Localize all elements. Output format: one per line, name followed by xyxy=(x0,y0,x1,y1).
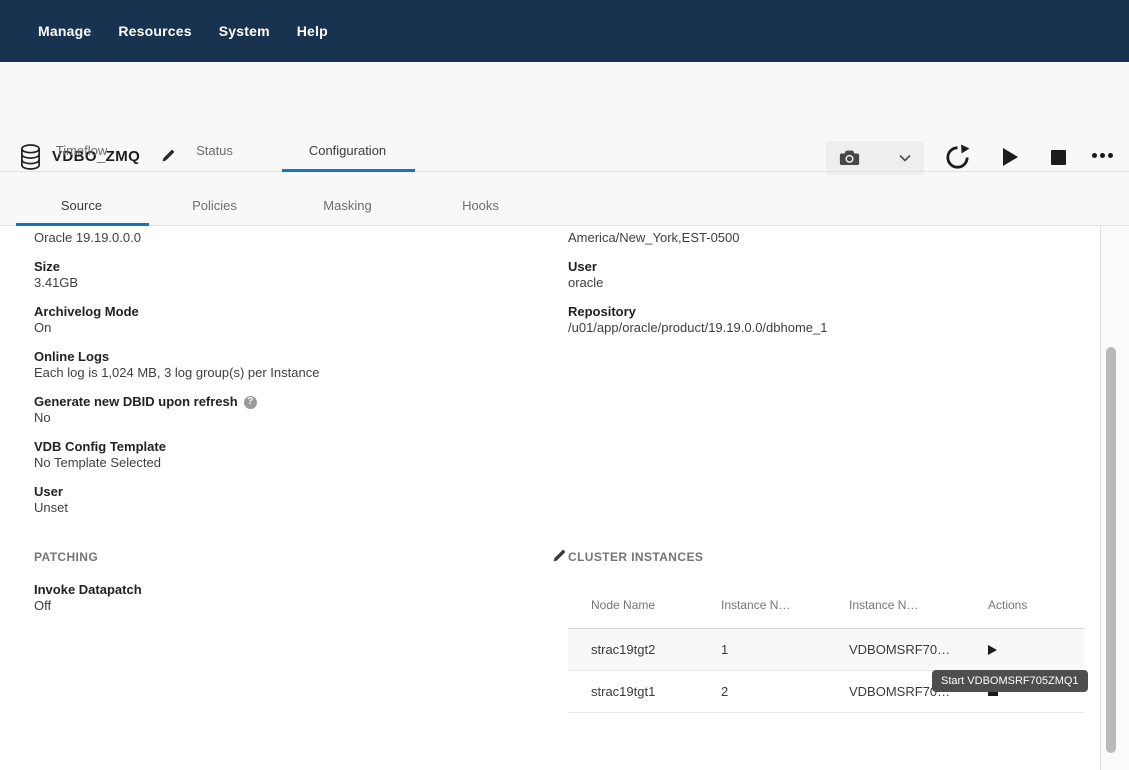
nav-system[interactable]: System xyxy=(219,23,270,39)
field-size: Size 3.41GB xyxy=(34,259,534,291)
tab-status[interactable]: Status xyxy=(148,130,281,171)
subtab-source[interactable]: Source xyxy=(15,172,148,225)
edit-patching-pencil-icon[interactable] xyxy=(551,548,567,564)
field-online-logs: Online Logs Each log is 1,024 MB, 3 log … xyxy=(34,349,534,381)
field-user-right: User oracle xyxy=(568,259,1084,291)
vdb-configuration-screen: Manage Resources System Help VDBO_ZMQ xyxy=(0,0,1129,770)
subtab-hooks[interactable]: Hooks xyxy=(414,172,547,225)
patching-section-title: PATCHING xyxy=(34,550,537,564)
help-question-icon[interactable]: ? xyxy=(244,396,257,409)
field-repository: Repository /u01/app/oracle/product/19.19… xyxy=(568,304,1084,336)
field-user-left: User Unset xyxy=(34,484,534,516)
col-instance-name: Instance N… xyxy=(849,598,978,612)
field-invoke-datapatch: Invoke Datapatch Off xyxy=(34,582,537,614)
field-generate-dbid: Generate new DBID upon refresh ? No xyxy=(34,394,534,426)
field-version: Oracle 19.19.0.0.0 xyxy=(34,230,534,246)
field-timezone: America/New_York,EST-0500 xyxy=(568,230,1084,246)
details-right-column: America/New_York,EST-0500 User oracle Re… xyxy=(568,230,1084,349)
scrollbar-track[interactable] xyxy=(1100,226,1129,770)
nav-manage[interactable]: Manage xyxy=(38,23,91,39)
nav-help[interactable]: Help xyxy=(297,23,328,39)
col-actions: Actions xyxy=(978,598,1084,612)
start-instance-icon[interactable] xyxy=(988,645,997,655)
subtab-policies[interactable]: Policies xyxy=(148,172,281,225)
tab-configuration[interactable]: Configuration xyxy=(281,130,414,171)
tab-timeflow[interactable]: Timeflow xyxy=(15,130,148,171)
main-tabs: Timeflow Status Configuration xyxy=(0,130,1129,172)
table-row: strac19tgt2 1 VDBOMSRF70… xyxy=(568,629,1084,671)
field-vdb-config-template: VDB Config Template No Template Selected xyxy=(34,439,534,471)
field-archivelog-mode: Archivelog Mode On xyxy=(34,304,534,336)
col-instance-number: Instance N… xyxy=(721,598,849,612)
col-node-name: Node Name xyxy=(568,598,721,612)
nav-resources[interactable]: Resources xyxy=(118,23,191,39)
details-left-column: Oracle 19.19.0.0.0 Size 3.41GB Archivelo… xyxy=(34,230,534,529)
top-navbar: Manage Resources System Help xyxy=(0,0,1129,62)
cluster-instances-table: Node Name Instance N… Instance N… Action… xyxy=(568,581,1084,713)
titlebar: VDBO_ZMQ xyxy=(0,62,1129,130)
cluster-instances-title: CLUSTER INSTANCES xyxy=(568,550,1084,564)
table-header-row: Node Name Instance N… Instance N… Action… xyxy=(568,581,1084,629)
patching-section: PATCHING Invoke Datapatch Off xyxy=(34,550,537,627)
configuration-subtabs: Source Policies Masking Hooks xyxy=(0,172,1129,226)
start-instance-tooltip: Start VDBOMSRF705ZMQ1 xyxy=(932,670,1088,692)
subtab-masking[interactable]: Masking xyxy=(281,172,414,225)
scrollbar-thumb[interactable] xyxy=(1106,347,1116,753)
